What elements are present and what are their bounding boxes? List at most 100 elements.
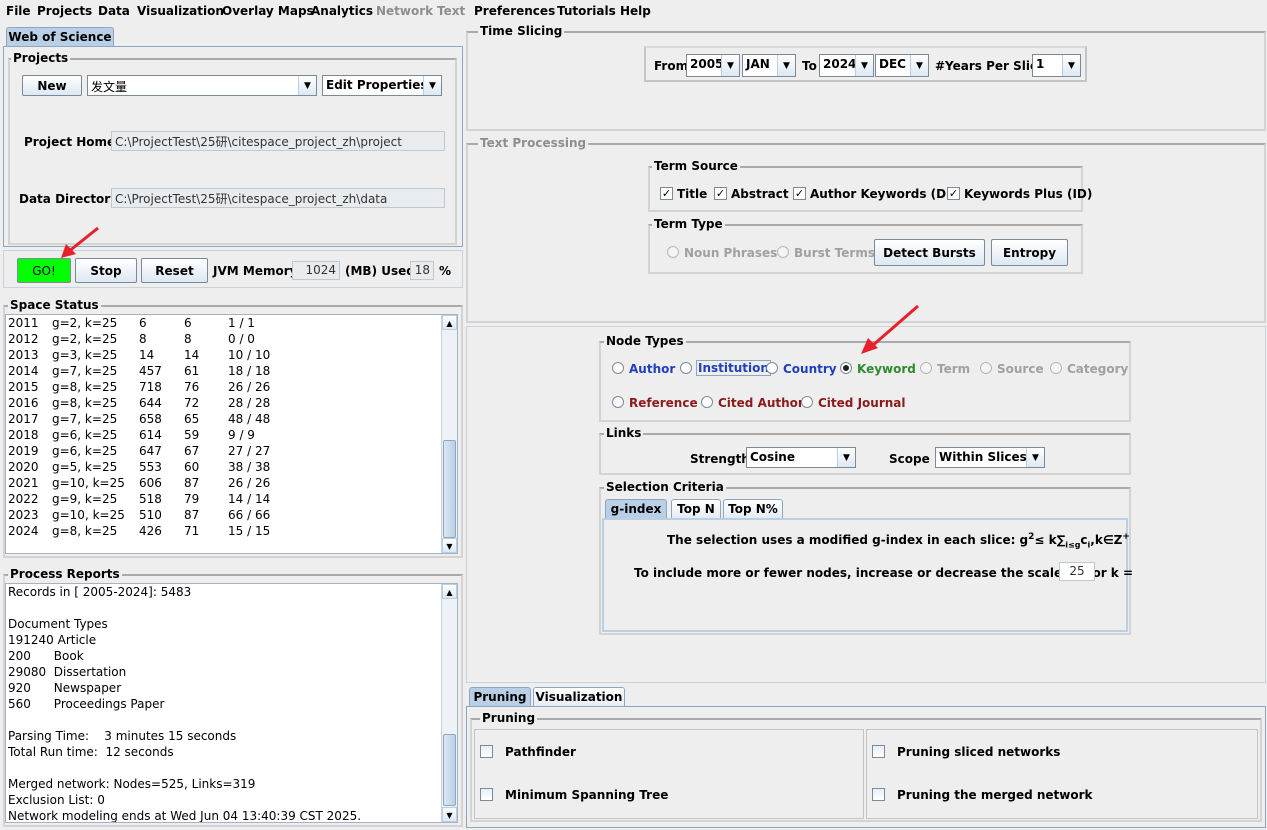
- to-year-select[interactable]: 2024 ▼: [819, 54, 874, 77]
- chevron-down-icon: ▼: [1062, 55, 1080, 76]
- to-label: To: [802, 59, 817, 73]
- space-status-cell: g=6, k=25: [52, 428, 118, 442]
- process-report-line: Network modeling ends at Wed Jun 04 13:4…: [8, 809, 362, 823]
- space-status-cell: 718: [139, 380, 162, 394]
- stop-button[interactable]: Stop: [75, 258, 137, 283]
- chevron-down-icon: ▼: [721, 55, 739, 76]
- mst-checkbox[interactable]: [480, 788, 493, 801]
- pathfinder-checkbox[interactable]: [480, 745, 493, 758]
- scroll-down-icon[interactable]: ▼: [442, 538, 457, 553]
- scroll-up-icon[interactable]: ▲: [442, 584, 457, 599]
- menu-help[interactable]: Help: [620, 4, 651, 18]
- term-label: Term: [937, 362, 971, 376]
- institution-radio[interactable]: [680, 362, 692, 374]
- menu-tutorials[interactable]: Tutorials: [557, 4, 616, 18]
- cited-author-radio[interactable]: [701, 396, 713, 408]
- space-status-row: 2022 g=9, k=25 518 79 14 / 14: [6, 492, 436, 508]
- space-status-cell: 14: [139, 348, 155, 362]
- pruning-sliced-label: Pruning sliced networks: [897, 745, 1061, 759]
- new-project-button[interactable]: New: [22, 75, 82, 96]
- pruning-merged-checkbox[interactable]: [872, 788, 885, 801]
- entropy-button[interactable]: Entropy: [991, 239, 1068, 266]
- menu-overlay-maps[interactable]: Overlay Maps: [222, 4, 314, 18]
- author-keywords-checkbox[interactable]: ✓: [793, 187, 806, 200]
- g-index-formula: The selection uses a modified g-index in…: [667, 532, 1130, 549]
- strength-value: Cosine: [750, 450, 795, 464]
- process-reports-area[interactable]: Records in [ 2005-2024]: 5483 Document Ty…: [5, 583, 458, 823]
- space-status-cell: 2021: [8, 476, 39, 490]
- space-status-cell: 426: [139, 524, 162, 538]
- strength-select[interactable]: Cosine ▼: [746, 447, 856, 468]
- mb-used-label: (MB) Used: [345, 264, 415, 278]
- project-home-field[interactable]: C:\ProjectTest\25研\citespace_project_zh\…: [111, 131, 445, 151]
- space-status-cell: 66 / 66: [228, 508, 271, 522]
- tab-top-n-percent[interactable]: Top N%: [723, 499, 783, 518]
- cited-journal-radio[interactable]: [801, 396, 813, 408]
- reset-button[interactable]: Reset: [141, 258, 208, 283]
- menu-data[interactable]: Data: [98, 4, 130, 18]
- burst-terms-label: Burst Terms: [794, 246, 875, 260]
- detect-bursts-button[interactable]: Detect Bursts: [874, 239, 985, 266]
- menu-projects[interactable]: Projects: [37, 4, 92, 18]
- menu-network: Network: [376, 4, 434, 18]
- title-checkbox[interactable]: ✓: [660, 187, 673, 200]
- space-status-cell: g=8, k=25: [52, 524, 118, 538]
- space-status-area[interactable]: 2011 g=2, k=25 6 6 1 / 1 2012 g=2, k=25 8 8 0 / 0…: [5, 314, 458, 554]
- tab-web-of-science[interactable]: Web of Science: [6, 27, 114, 47]
- scope-select[interactable]: Within Slices ▼: [935, 447, 1045, 468]
- keywords-plus-checkbox[interactable]: ✓: [947, 187, 960, 200]
- tab-visualization[interactable]: Visualization: [533, 687, 625, 707]
- process-reports-scrollbar[interactable]: ▲ ▼: [441, 584, 457, 822]
- space-status-cell: 14 / 14: [228, 492, 271, 506]
- scroll-thumb[interactable]: [443, 734, 456, 806]
- pruning-sliced-checkbox[interactable]: [872, 745, 885, 758]
- pruning-right-box: [866, 729, 1258, 819]
- formula-c: c: [1080, 533, 1088, 547]
- abstract-checkbox[interactable]: ✓: [714, 187, 727, 200]
- menu-analytics[interactable]: Analytics: [311, 4, 373, 18]
- space-status-scrollbar[interactable]: ▲ ▼: [441, 315, 457, 553]
- keywords-plus-label: Keywords Plus (ID): [964, 187, 1093, 201]
- years-per-slice-select[interactable]: 1 ▼: [1032, 54, 1081, 77]
- from-month-select[interactable]: JAN ▼: [742, 54, 796, 77]
- scroll-up-icon[interactable]: ▲: [442, 315, 457, 330]
- data-directory-field[interactable]: C:\ProjectTest\25研\citespace_project_zh\…: [111, 188, 445, 208]
- go-button[interactable]: GO!: [17, 258, 71, 283]
- space-status-cell: 59: [184, 428, 200, 442]
- space-status-row: 2020 g=5, k=25 553 60 38 / 38: [6, 460, 436, 476]
- burst-terms-radio: [777, 246, 789, 258]
- institution-label: Institution: [696, 360, 771, 376]
- project-select[interactable]: 发文量 ▼: [87, 75, 317, 96]
- reference-label: Reference: [629, 396, 698, 410]
- tab-pruning[interactable]: Pruning: [469, 687, 531, 707]
- country-radio[interactable]: [766, 362, 778, 374]
- menu-visualization[interactable]: Visualization: [137, 4, 224, 18]
- process-reports-title: Process Reports: [8, 567, 122, 581]
- space-status-cell: 61: [184, 364, 200, 378]
- space-status-cell: 38 / 38: [228, 460, 271, 474]
- chevron-down-icon: ▼: [298, 76, 316, 95]
- menu-file[interactable]: File: [6, 4, 31, 18]
- category-radio: [1050, 362, 1062, 374]
- tab-g-index[interactable]: g-index: [605, 499, 667, 518]
- menu-preferences[interactable]: Preferences: [474, 4, 555, 18]
- space-status-cell: 658: [139, 412, 162, 426]
- space-status-cell: 518: [139, 492, 162, 506]
- author-keywords-label: Author Keywords (DE): [810, 187, 960, 201]
- edit-properties-select[interactable]: Edit Properties ▼: [322, 75, 442, 96]
- from-year-select[interactable]: 2005 ▼: [686, 54, 740, 77]
- scroll-down-icon[interactable]: ▼: [442, 807, 457, 822]
- scale-factor-input[interactable]: 25: [1059, 562, 1095, 581]
- process-report-line: Exclusion List: 0: [8, 793, 105, 807]
- space-status-cell: g=2, k=25: [52, 316, 118, 330]
- author-radio[interactable]: [612, 362, 624, 374]
- to-month-select[interactable]: DEC ▼: [875, 54, 929, 77]
- links-group: [599, 433, 1131, 475]
- space-status-row: 2019 g=6, k=25 647 67 27 / 27: [6, 444, 436, 460]
- space-status-cell: 6: [139, 316, 147, 330]
- reference-radio[interactable]: [612, 396, 624, 408]
- keyword-radio[interactable]: [840, 362, 852, 374]
- tab-top-n[interactable]: Top N: [671, 499, 721, 518]
- jvm-memory-label: JVM Memory: [213, 264, 298, 278]
- scroll-thumb[interactable]: [443, 440, 456, 538]
